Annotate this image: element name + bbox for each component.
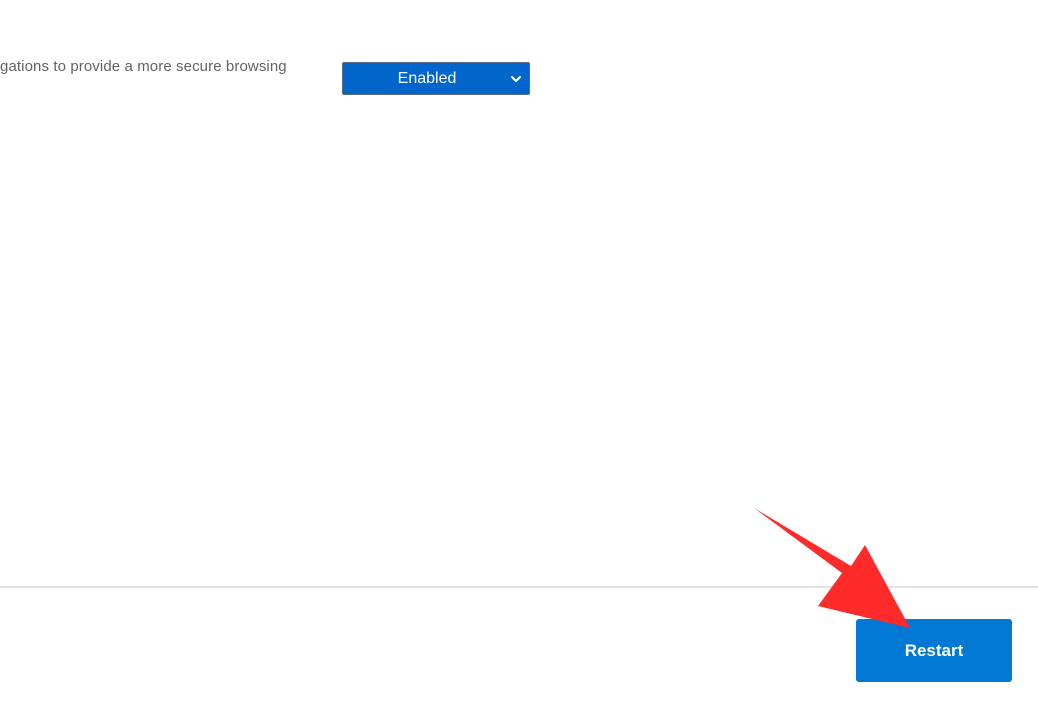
flags-page: gations to provide a more secure browsin… (0, 0, 1038, 707)
chevron-down-icon (511, 76, 521, 82)
footer-divider (0, 586, 1038, 588)
flag-state-selected-value: Enabled (397, 70, 457, 87)
flag-state-dropdown[interactable]: Enabled (342, 62, 530, 95)
restart-button[interactable]: Restart (856, 619, 1012, 682)
red-pointer-arrow-icon (754, 508, 910, 628)
flag-description-text: gations to provide a more secure browsin… (0, 58, 287, 75)
